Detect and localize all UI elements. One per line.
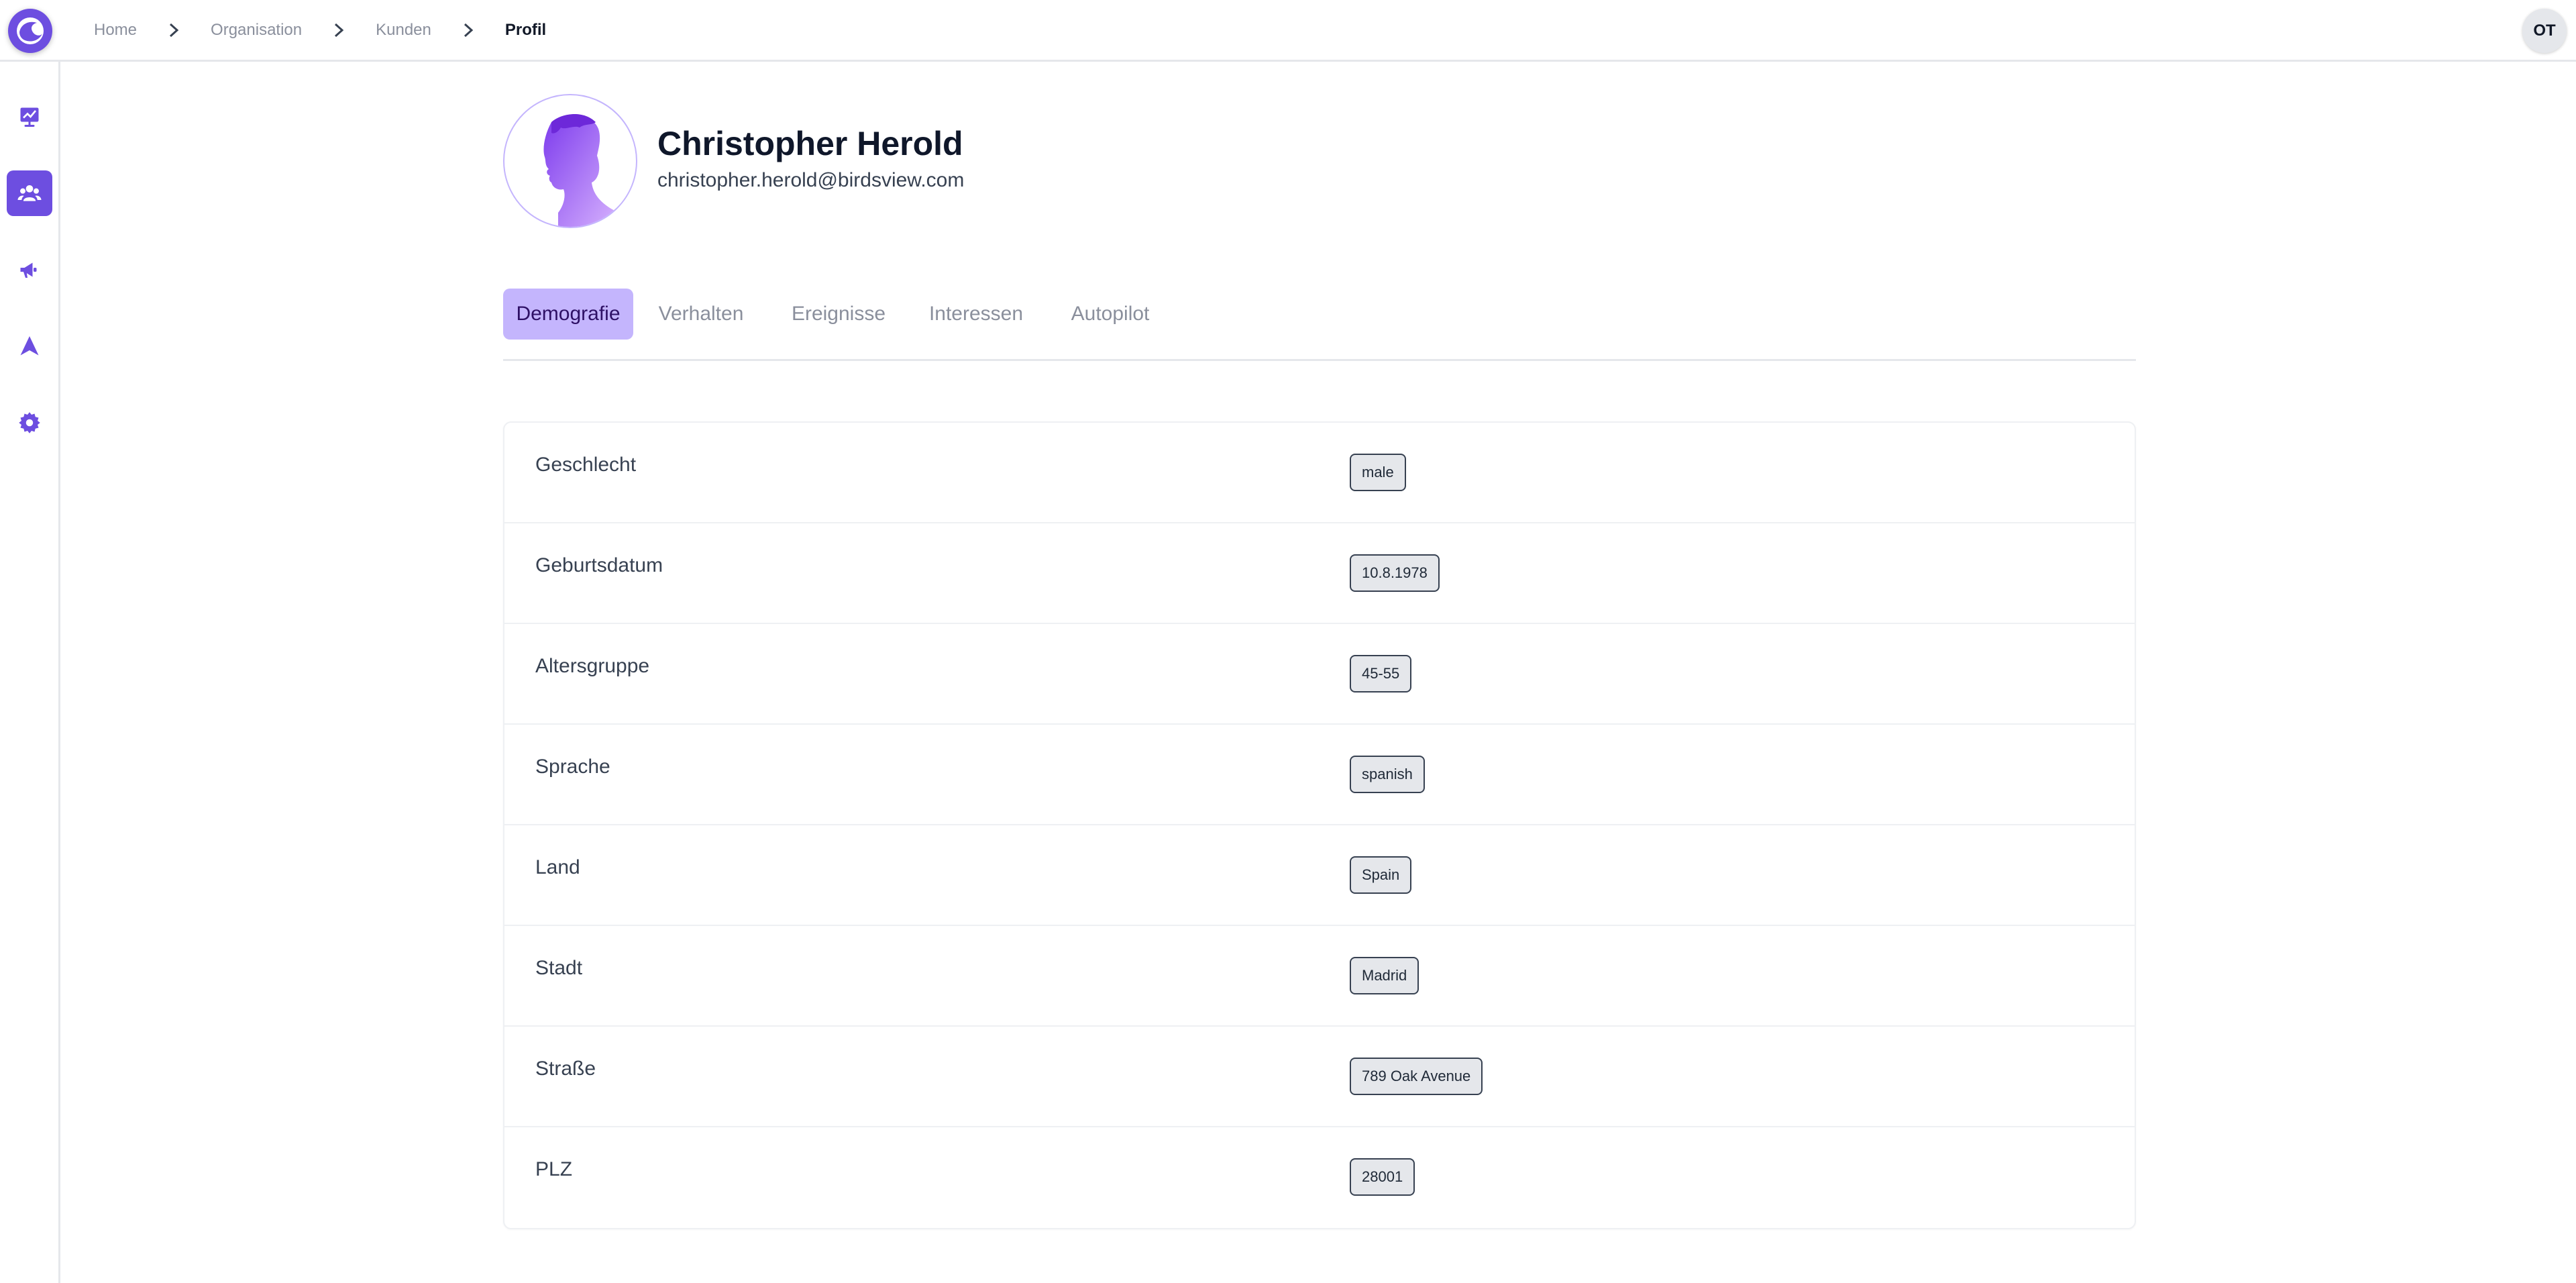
tab-demografie[interactable]: Demografie	[503, 289, 633, 340]
tab-ereignisse[interactable]: Ereignisse	[788, 289, 889, 340]
users-icon	[17, 185, 42, 201]
app-logo[interactable]	[8, 9, 52, 53]
detail-row-land: Land Spain	[504, 825, 2135, 926]
breadcrumb: Home Organisation Kunden Profil	[94, 0, 546, 60]
detail-label: Stadt	[535, 957, 583, 979]
detail-value-badge: 45-55	[1350, 655, 1412, 692]
top-bar: Home Organisation Kunden Profil OT	[0, 0, 2576, 62]
detail-label: Altersgruppe	[535, 655, 650, 677]
detail-row-stadt: Stadt Madrid	[504, 926, 2135, 1027]
sidebar	[0, 62, 60, 1283]
detail-label: Land	[535, 856, 580, 878]
detail-value-badge: Madrid	[1350, 957, 1419, 994]
detail-label: Geburtsdatum	[535, 554, 663, 576]
detail-row-plz: PLZ 28001	[504, 1127, 2135, 1228]
sidebar-item-settings[interactable]	[7, 400, 52, 446]
breadcrumb-home[interactable]: Home	[94, 21, 137, 40]
profile-tabs: Demografie Verhalten Ereignisse Interess…	[503, 289, 2136, 361]
tab-verhalten[interactable]: Verhalten	[657, 289, 745, 340]
profile-email: christopher.herold@birdsview.com	[657, 169, 965, 191]
navigation-icon	[20, 336, 39, 356]
tab-interessen[interactable]: Interessen	[926, 289, 1026, 340]
chevron-right-icon	[331, 23, 346, 38]
breadcrumb-profil: Profil	[504, 21, 547, 39]
detail-label: Sprache	[535, 756, 610, 778]
detail-value-badge: 28001	[1350, 1158, 1415, 1196]
detail-value-badge: male	[1350, 454, 1406, 491]
detail-value-badge: Spain	[1350, 856, 1412, 894]
profile-avatar	[503, 94, 637, 228]
detail-row-sprache: Sprache spanish	[504, 725, 2135, 825]
detail-row-geburtsdatum: Geburtsdatum 10.8.1978	[504, 523, 2135, 624]
detail-row-altersgruppe: Altersgruppe 45-55	[504, 624, 2135, 725]
profile-name: Christopher Herold	[657, 125, 963, 162]
sidebar-item-journeys[interactable]	[7, 323, 52, 369]
detail-row-strasse: Straße 789 Oak Avenue	[504, 1027, 2135, 1127]
detail-value-badge: 10.8.1978	[1350, 554, 1440, 592]
detail-label: Straße	[535, 1058, 596, 1080]
sidebar-item-dashboard[interactable]	[7, 94, 52, 140]
chevron-right-icon	[461, 23, 476, 38]
bird-logo-icon	[17, 17, 44, 44]
megaphone-icon	[20, 262, 37, 278]
user-avatar[interactable]: OT	[2522, 9, 2567, 53]
detail-value-badge: spanish	[1350, 756, 1425, 793]
detail-value-badge: 789 Oak Avenue	[1350, 1058, 1483, 1095]
breadcrumb-organisation[interactable]: Organisation	[211, 21, 302, 40]
tab-autopilot[interactable]: Autopilot	[1067, 289, 1154, 340]
sidebar-item-campaigns[interactable]	[7, 247, 52, 293]
chevron-right-icon	[166, 23, 181, 38]
person-profile-icon	[543, 113, 619, 227]
detail-row-geschlecht: Geschlecht male	[504, 423, 2135, 523]
detail-label: PLZ	[535, 1158, 573, 1180]
breadcrumb-kunden[interactable]: Kunden	[376, 21, 431, 40]
gear-icon	[19, 412, 40, 433]
demographics-card: Geschlecht male Geburtsdatum 10.8.1978 A…	[503, 421, 2136, 1229]
detail-label: Geschlecht	[535, 454, 637, 476]
presentation-chart-icon	[20, 107, 39, 127]
sidebar-item-customers[interactable]	[7, 170, 52, 216]
